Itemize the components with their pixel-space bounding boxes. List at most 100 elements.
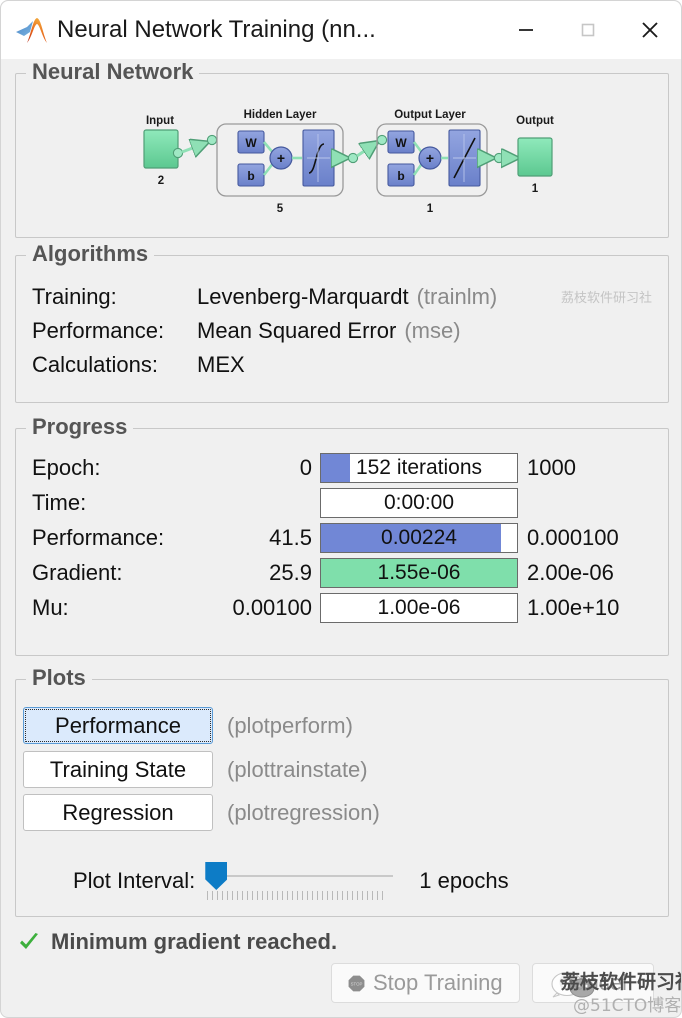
algorithm-label: Training: [32, 284, 117, 309]
progress-label: Time: [32, 490, 87, 515]
plot-button-label: Regression [62, 799, 174, 825]
progress-min-value: 41.5 [269, 525, 312, 550]
plot-interval-slider[interactable] [205, 859, 394, 903]
algorithm-function: (mse) [404, 318, 461, 343]
svg-text:W: W [245, 136, 257, 150]
plot-row-training-state: Training State (plottrainstate) [23, 751, 368, 788]
progress-label: Gradient: [32, 560, 123, 585]
algorithm-value: MEX [197, 352, 245, 377]
progress-bar-text: 152 iterations [355, 456, 483, 479]
progress-bar-text: 0.00224 [381, 526, 457, 549]
plot-row-regression: Regression (plotregression) [23, 794, 380, 831]
svg-text:2: 2 [158, 175, 164, 187]
slider-ticks [207, 891, 386, 900]
plot-interval-row: Plot Interval: 1 epochs [73, 859, 509, 903]
status-message-row: Minimum gradient reached. [17, 929, 337, 955]
progress-row-gradient: Gradient: 25.9 1.55e-06 2.00e-06 [32, 558, 656, 588]
progress-bar-text: 1.55e-06 [377, 561, 461, 584]
svg-text:W: W [395, 136, 407, 150]
neural-network-training-window: Neural Network Training (nn... Neural Ne… [0, 0, 682, 1018]
progress-min-value: 0.00100 [232, 595, 312, 620]
svg-text:b: b [397, 169, 404, 183]
progress-bar-gradient: 1.55e-06 [320, 558, 518, 588]
svg-text:Hidden Layer: Hidden Layer [244, 109, 317, 121]
stop-training-button[interactable]: STOP Stop Training [331, 963, 520, 1003]
neural-network-group: Neural Network Input 2 Hidden Layer 5 W … [15, 59, 669, 238]
progress-row-epoch: Epoch: 0 152 iterations 1000 [32, 453, 656, 483]
progress-label: Epoch: [32, 455, 101, 480]
minimize-button[interactable] [495, 1, 557, 59]
close-icon [642, 22, 658, 38]
progress-bar-epoch: 152 iterations [320, 453, 518, 483]
cancel-label: Cancel [558, 970, 627, 995]
progress-min-value: 25.9 [269, 560, 312, 585]
algorithm-label: Calculations: [32, 352, 158, 377]
maximize-button[interactable] [557, 1, 619, 59]
plot-button-label: Training State [49, 756, 187, 782]
algorithms-group-title: Algorithms [26, 241, 155, 267]
footer-buttons: STOP Stop Training Cancel [331, 963, 654, 1003]
cancel-button[interactable]: Cancel [531, 963, 654, 1003]
algorithm-row-calculations: Calculations: MEX [32, 352, 253, 378]
algorithm-row-performance: Performance: Mean Squared Error (mse) [32, 318, 461, 344]
progress-min-value: 0 [299, 455, 312, 480]
svg-text:Output: Output [516, 115, 554, 127]
matlab-membrane-icon [16, 18, 47, 43]
progress-row-performance: Performance: 41.5 0.00224 0.000100 [32, 523, 656, 553]
network-architecture-diagram: Input 2 Hidden Layer 5 W b + Output Laye… [143, 109, 554, 215]
plot-function-name: (plotperform) [227, 712, 353, 738]
maximize-icon [581, 23, 595, 37]
stop-sign-icon: STOP [348, 975, 365, 991]
svg-text:STOP: STOP [351, 981, 363, 986]
progress-max-value: 1000 [527, 455, 576, 480]
plot-function-name: (plottrainstate) [227, 756, 368, 782]
svg-text:+: + [426, 150, 434, 166]
plot-training-state-button[interactable]: Training State [23, 751, 213, 788]
progress-max-value: 1.00e+10 [527, 595, 620, 620]
plot-interval-value: 1 epochs [419, 868, 509, 893]
plot-interval-label: Plot Interval: [73, 868, 196, 893]
progress-max-value: 2.00e-06 [527, 560, 614, 585]
progress-bar-performance: 0.00224 [320, 523, 518, 553]
progress-group: Progress Epoch: 0 152 iterations 1000 Ti… [15, 414, 669, 656]
svg-text:5: 5 [277, 203, 284, 215]
plot-performance-button[interactable]: Performance [23, 707, 213, 744]
window-controls [495, 1, 681, 59]
svg-text:1: 1 [532, 183, 539, 195]
minimize-icon [519, 29, 533, 31]
svg-text:+: + [277, 150, 285, 166]
window-title: Neural Network Training (nn... [57, 16, 376, 43]
progress-row-time: Time: 0:00:00 [32, 488, 656, 518]
progress-max-value: 0.000100 [527, 525, 619, 550]
svg-text:Output Layer: Output Layer [394, 109, 466, 121]
plot-row-performance: Performance (plotperform) [23, 707, 353, 744]
close-button[interactable] [619, 1, 681, 59]
svg-text:b: b [247, 169, 254, 183]
stop-training-label: Stop Training [373, 970, 503, 995]
slider-thumb[interactable] [205, 862, 228, 890]
algorithm-value: Levenberg-Marquardt [197, 284, 409, 309]
plot-regression-button[interactable]: Regression [23, 794, 213, 831]
check-icon [20, 933, 38, 949]
progress-bar-text: 1.00e-06 [377, 596, 461, 619]
progress-bar-text: 0:00:00 [383, 491, 455, 514]
progress-row-mu: Mu: 0.00100 1.00e-06 1.00e+10 [32, 593, 656, 623]
progress-label: Mu: [32, 595, 69, 620]
svg-text:Input: Input [146, 115, 174, 127]
slider-track [221, 875, 394, 877]
algorithms-group: Algorithms Training: Levenberg-Marquardt… [15, 241, 669, 403]
algorithm-value: Mean Squared Error [197, 318, 397, 343]
progress-group-title: Progress [26, 414, 134, 440]
status-message: Minimum gradient reached. [51, 929, 338, 954]
progress-label: Performance: [32, 525, 165, 550]
plots-group-title: Plots [26, 665, 92, 691]
algorithm-row-training: Training: Levenberg-Marquardt (trainlm) [32, 284, 497, 310]
plot-button-label: Performance [55, 712, 181, 738]
algorithm-label: Performance: [32, 318, 165, 343]
title-bar: Neural Network Training (nn... [1, 1, 681, 59]
algorithm-function: (trainlm) [416, 284, 498, 309]
svg-text:1: 1 [427, 203, 434, 215]
progress-bar-time: 0:00:00 [320, 488, 518, 518]
plot-function-name: (plotregression) [227, 799, 380, 825]
progress-bar-mu: 1.00e-06 [320, 593, 518, 623]
